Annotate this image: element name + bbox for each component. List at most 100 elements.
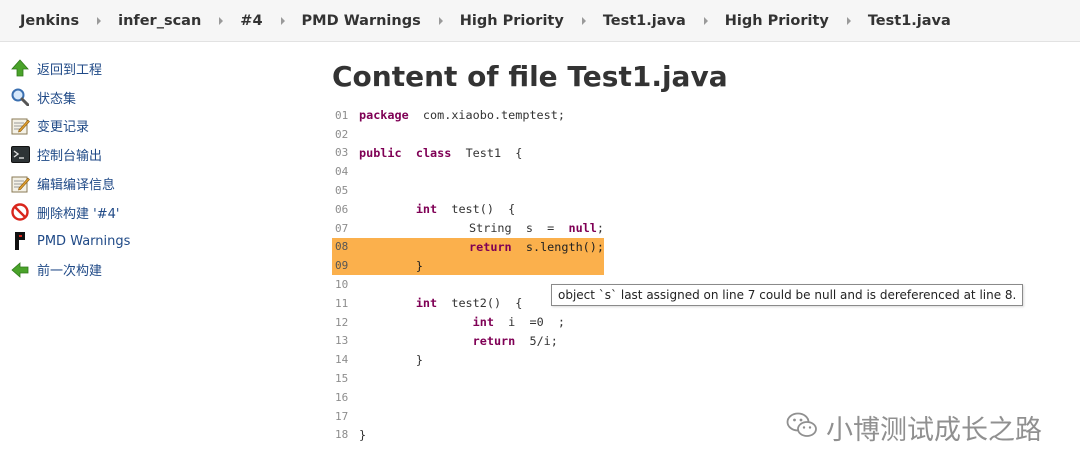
code-line: 02 (332, 125, 604, 144)
breadcrumb-item[interactable]: infer_scan (118, 13, 240, 29)
breadcrumb-link[interactable]: Jenkins (20, 13, 79, 29)
breadcrumb-separator-icon[interactable] (97, 16, 102, 25)
line-number: 12 (335, 315, 349, 329)
sidebar-item-label[interactable]: 变更记录 (37, 116, 89, 135)
code-line-highlighted: 09 } (332, 256, 604, 276)
source-code: 01 package com.xiaobo.temptest; 02 03 public… (332, 106, 604, 444)
left-arrow-icon[interactable] (10, 260, 30, 280)
line-text: return s.length(); (469, 239, 604, 254)
terminal-icon[interactable] (10, 145, 30, 165)
breadcrumb-item[interactable]: Jenkins (20, 13, 118, 29)
sidebar-item[interactable]: 删除构建 '#4' (10, 198, 270, 227)
breadcrumb-link[interactable]: High Priority (460, 13, 564, 29)
sidebar-item-label[interactable]: PMD Warnings (37, 234, 130, 249)
notepad-icon[interactable] (10, 174, 30, 194)
side-panel: 返回到工程状态集变更记录控制台输出编辑编译信息 删除构建 '#4' PMD Warn… (10, 54, 270, 284)
breadcrumb-item[interactable]: Test1.java (868, 13, 951, 29)
breadcrumb-separator-icon[interactable] (846, 16, 851, 25)
code-line: 04 (332, 162, 604, 181)
line-text: int test2() { (415, 296, 523, 311)
line-text: int i =0 ; (472, 315, 565, 330)
line-number: 15 (335, 372, 349, 386)
breadcrumb-item[interactable]: PMD Warnings (302, 13, 460, 29)
line-text: } (359, 258, 423, 273)
up-arrow-icon[interactable] (10, 58, 30, 78)
watermark-text: 小博测试成长之路 (826, 415, 1042, 446)
sidebar-item[interactable]: 变更记录 (10, 112, 270, 141)
line-number: 03 (335, 146, 349, 160)
breadcrumb-separator-icon[interactable] (581, 16, 586, 25)
sidebar-item[interactable]: PMD Warnings (10, 227, 270, 256)
sidebar-item-label[interactable]: 状态集 (37, 88, 76, 107)
sidebar-item-label[interactable]: 前一次构建 (37, 260, 102, 279)
page-title: Content of file Test1.java (332, 60, 728, 93)
code-line: 14 } (332, 350, 604, 369)
line-number: 17 (335, 409, 349, 423)
code-line: 07 String s = null; (332, 219, 604, 238)
code-line: 05 (332, 181, 604, 200)
code-line: 06 int test() { (332, 200, 604, 219)
sidebar-item-label[interactable]: 删除构建 '#4' (37, 203, 119, 222)
wechat-icon (786, 411, 818, 444)
line-text: String s = null; (355, 221, 604, 236)
breadcrumb-separator-icon[interactable] (280, 16, 285, 25)
line-number: 04 (335, 165, 349, 179)
sidebar-item[interactable]: 状态集 (10, 83, 270, 112)
breadcrumb-item[interactable]: #4 (240, 13, 301, 29)
code-line: 12 int i =0 ; (332, 313, 604, 332)
line-text: public class Test1 { (359, 145, 523, 160)
sidebar-item-label[interactable]: 控制台输出 (37, 145, 102, 164)
code-line: 16 (332, 388, 604, 407)
sidebar-item[interactable]: 返回到工程 (10, 54, 270, 83)
code-line: 01 package com.xiaobo.temptest; (332, 106, 604, 125)
breadcrumb-separator-icon[interactable] (219, 16, 224, 25)
breadcrumb-link[interactable]: Test1.java (603, 13, 686, 29)
code-line-highlighted: 08 return s.length(); (332, 237, 604, 257)
line-text: } (359, 427, 367, 442)
sidebar-item-label[interactable]: 编辑编译信息 (37, 174, 115, 193)
sidebar-item[interactable]: 编辑编译信息 (10, 169, 270, 198)
breadcrumb-item[interactable]: High Priority (460, 13, 603, 29)
line-number: 18 (335, 428, 349, 442)
sidebar-item[interactable]: 控制台输出 (10, 140, 270, 169)
breadcrumb-separator-icon[interactable] (438, 16, 443, 25)
magnifier-icon[interactable] (10, 87, 30, 107)
line-number: 02 (335, 127, 349, 141)
line-number: 01 (335, 108, 349, 122)
breadcrumb-link[interactable]: High Priority (725, 13, 829, 29)
warning-tooltip: object `s` last assigned on line 7 could… (551, 284, 1024, 306)
breadcrumb: Jenkins infer_scan #4 PMD Warnings High Prio… (0, 0, 1080, 42)
code-line: 15 (332, 369, 604, 388)
line-text: package com.xiaobo.temptest; (359, 108, 565, 123)
line-number: 08 (335, 240, 349, 254)
line-number: 16 (335, 390, 349, 404)
breadcrumb-item[interactable]: Test1.java (603, 13, 725, 29)
breadcrumb-link[interactable]: PMD Warnings (302, 13, 421, 29)
pmd-icon[interactable] (10, 231, 30, 251)
breadcrumb-link[interactable]: Test1.java (868, 13, 951, 29)
line-text: int test() { (415, 202, 516, 217)
breadcrumb-item[interactable]: High Priority (725, 13, 868, 29)
line-number: 06 (335, 202, 349, 216)
notepad-icon[interactable] (10, 116, 30, 136)
breadcrumb-link[interactable]: infer_scan (118, 13, 201, 29)
line-number: 13 (335, 334, 349, 348)
line-number: 10 (335, 278, 349, 292)
code-line: 17 (332, 407, 604, 426)
no-entry-icon[interactable] (10, 202, 30, 222)
code-line: 18} (332, 426, 604, 445)
line-number: 05 (335, 184, 349, 198)
line-number: 07 (335, 221, 349, 235)
line-text: } (359, 352, 423, 367)
line-number: 14 (335, 353, 349, 367)
line-number: 09 (335, 259, 349, 273)
code-line: 03 public class Test1 { (332, 144, 604, 163)
code-line: 13 return 5/i; (332, 332, 604, 351)
watermark: 小博测试成长之路 (786, 408, 1042, 447)
line-text: return 5/i; (472, 333, 558, 348)
sidebar-item-label[interactable]: 返回到工程 (37, 59, 102, 78)
breadcrumb-link[interactable]: #4 (240, 13, 262, 29)
line-number: 11 (335, 296, 349, 310)
sidebar-item[interactable]: 前一次构建 (10, 256, 270, 285)
breadcrumb-separator-icon[interactable] (703, 16, 708, 25)
